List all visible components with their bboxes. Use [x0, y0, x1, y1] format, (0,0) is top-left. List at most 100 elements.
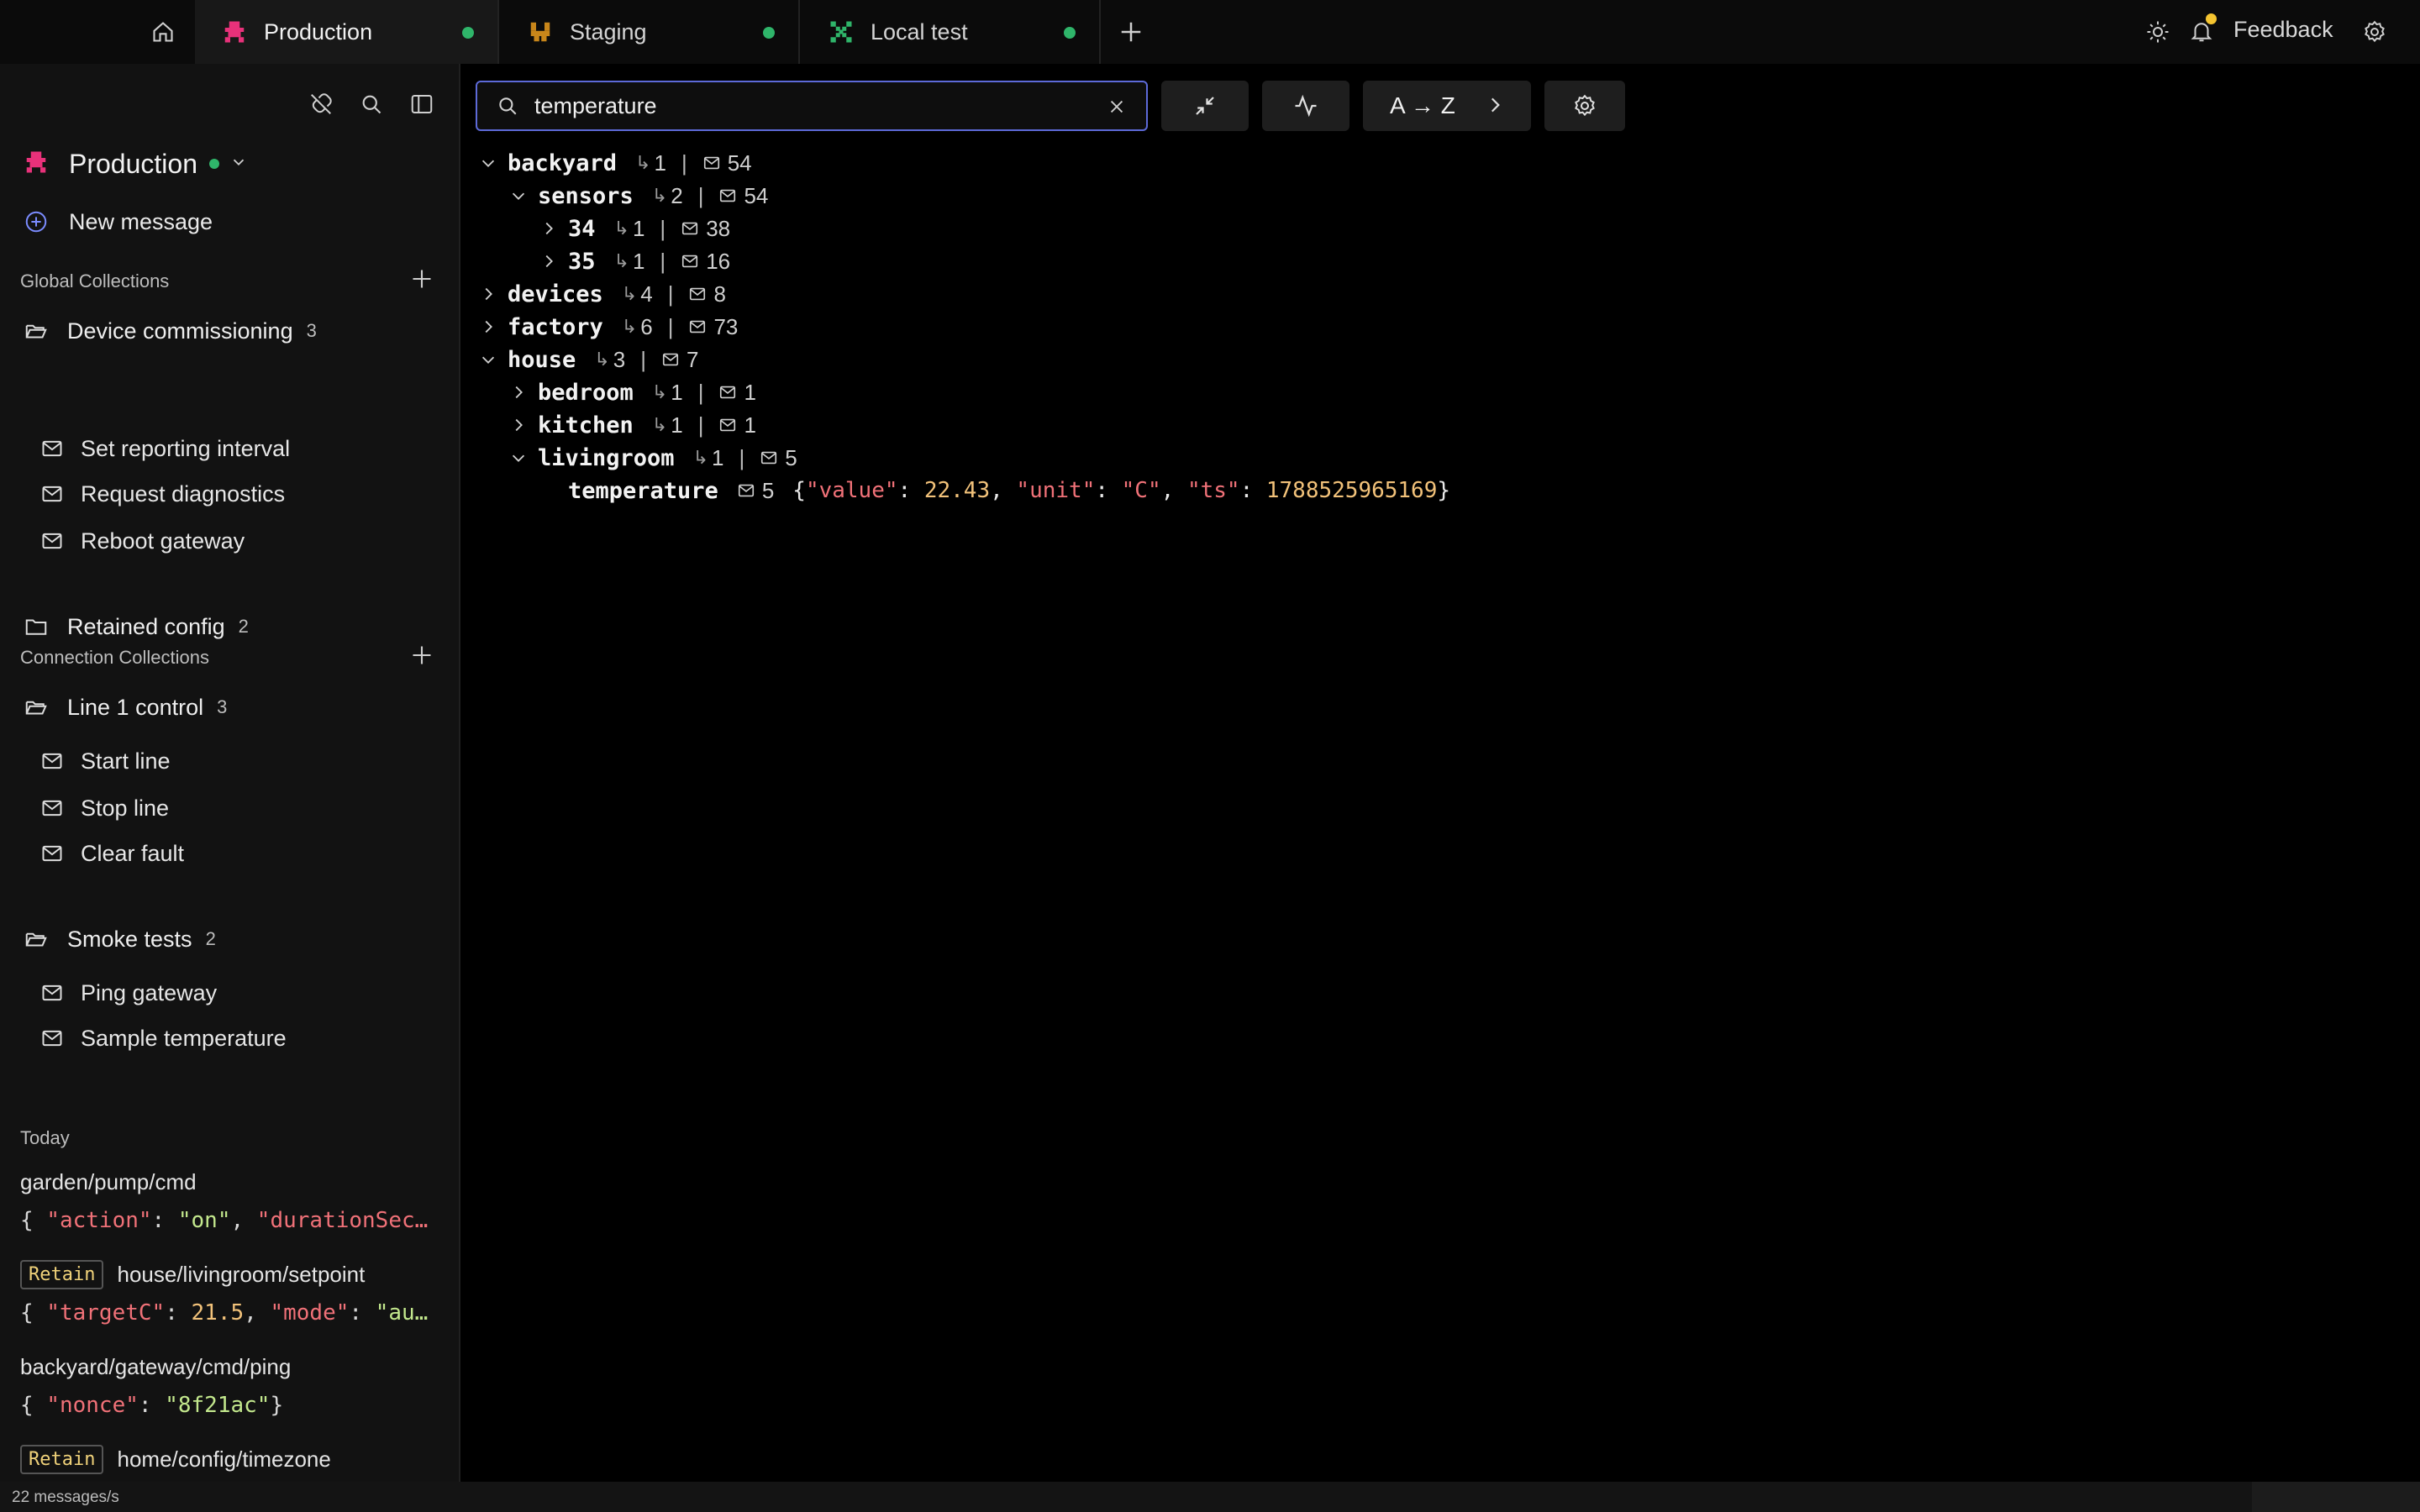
notifications-button[interactable] — [2185, 13, 2218, 49]
folder-label: Retained config — [67, 613, 225, 639]
retain-badge: Retain — [20, 1445, 104, 1474]
sun-icon — [2147, 21, 2169, 43]
history-entry-payload[interactable]: { "targetC": 21.5, "mode": "au… — [20, 1300, 432, 1326]
tree-node[interactable]: backyard ↳ 1 | 54 — [476, 146, 752, 180]
chevron-right-icon[interactable] — [476, 314, 501, 339]
tab-staging[interactable]: Staging — [501, 0, 798, 64]
plus-icon — [1121, 22, 1141, 42]
chevron-right-icon[interactable] — [476, 281, 501, 307]
tree-node[interactable]: sensors ↳ 2 | 54 — [506, 179, 768, 213]
separator: | — [697, 379, 704, 405]
home-button[interactable] — [148, 17, 178, 47]
topic-name: livingroom — [538, 444, 675, 471]
mail-icon — [42, 440, 62, 457]
app-settings-button[interactable] — [2358, 15, 2391, 49]
chevron-right-icon[interactable] — [536, 249, 561, 274]
sidebar-panel-icon — [411, 95, 433, 113]
chevron-right-icon[interactable] — [506, 412, 531, 438]
folder-open-icon — [25, 324, 47, 339]
chevron-right-icon[interactable] — [536, 216, 561, 241]
add-tab-button[interactable] — [1114, 15, 1148, 49]
subtopic-count: 1 — [671, 412, 683, 438]
tree-node[interactable]: 34 ↳ 1 | 38 — [536, 212, 730, 245]
folder-open-icon — [25, 701, 47, 715]
collection-message[interactable]: Reboot gateway — [40, 522, 245, 559]
topic-search-input[interactable] — [534, 92, 1089, 119]
sidebar-search-button[interactable] — [355, 87, 388, 121]
message-count: 73 — [713, 313, 739, 339]
theme-toggle-button[interactable] — [2141, 15, 2175, 49]
tree-node[interactable]: devices ↳ 4 | 8 — [476, 277, 726, 311]
tree-settings-button[interactable] — [1544, 81, 1625, 131]
subtopic-icon: ↳ — [613, 218, 629, 239]
clear-search-button[interactable] — [1104, 94, 1129, 119]
message-label: Reboot gateway — [81, 528, 245, 554]
status-bar-right — [2252, 1482, 2420, 1512]
chevron-down-icon[interactable] — [476, 347, 501, 372]
collection-message[interactable]: Clear fault — [40, 835, 184, 872]
collection-folder[interactable]: Retained config 2 — [24, 608, 249, 645]
sort-button[interactable]: A → Z — [1363, 81, 1531, 131]
collection-message[interactable]: Start line — [40, 743, 171, 780]
collection-folder[interactable]: Device commissioning 3 — [24, 312, 317, 349]
collection-folder[interactable]: Smoke tests 2 — [24, 921, 216, 958]
connection-selector[interactable]: Production — [24, 143, 248, 185]
tree-node[interactable]: bedroom ↳ 1 | 1 — [506, 375, 756, 409]
chevron-right-icon[interactable] — [506, 380, 531, 405]
search-icon — [496, 94, 519, 118]
disconnect-button[interactable] — [304, 87, 338, 121]
collection-message[interactable]: Set reporting interval — [40, 430, 290, 467]
tab-local-test[interactable]: Local test — [802, 0, 1099, 64]
history-entry-payload[interactable]: { "nonce": "8f21ac"} — [20, 1393, 432, 1418]
topic-name: factory — [508, 313, 603, 340]
message-count: 5 — [761, 477, 775, 503]
topic-tree: backyard ↳ 1 | 54 sensors ↳ 2 | 54 34 ↳ 1 | 38 35 ↳ 1 | 16 d… — [476, 146, 2391, 1473]
message-label: Stop line — [81, 795, 170, 821]
tree-node[interactable]: temperature 5 {"value": 22.43, "unit": "C"… — [536, 474, 1450, 507]
collection-message[interactable]: Stop line — [40, 790, 169, 827]
history-entry-topic[interactable]: backyard/gateway/cmd/ping — [20, 1354, 291, 1380]
mail-icon — [42, 486, 62, 502]
history-entry-topic[interactable]: garden/pump/cmd — [20, 1169, 197, 1195]
chevron-down-icon[interactable] — [506, 445, 531, 470]
plus-circle-icon — [25, 211, 47, 233]
history-entry-topic[interactable]: Retain house/livingroom/setpoint — [20, 1260, 365, 1289]
tree-node[interactable]: livingroom ↳ 1 | 5 — [506, 441, 797, 475]
chevron-down-icon[interactable] — [476, 150, 501, 176]
tree-node[interactable]: factory ↳ 6 | 73 — [476, 310, 738, 344]
history-entry-payload[interactable]: { "action": "on", "durationSec… — [20, 1208, 432, 1233]
topic-counts: ↳ 1 | 38 — [614, 216, 731, 242]
sidebar: Production New message Global Collection… — [0, 64, 460, 1482]
collection-folder[interactable]: Line 1 control 3 — [24, 689, 227, 726]
message-payload[interactable]: {"value": 22.43, "unit": "C", "ts": 1788… — [792, 478, 1450, 503]
collection-message[interactable]: Request diagnostics — [40, 475, 285, 512]
subtopic-icon: ↳ — [651, 414, 668, 435]
subtopic-icon: ↳ — [613, 250, 629, 271]
collapse-all-button[interactable] — [1161, 81, 1249, 131]
collection-message[interactable]: Sample temperature — [40, 1020, 287, 1057]
close-icon — [1110, 100, 1123, 113]
topic-search-field[interactable] — [476, 81, 1148, 131]
tab-divider — [1099, 0, 1101, 64]
plus-icon — [413, 270, 431, 288]
new-message-button[interactable]: New message — [24, 205, 213, 239]
activity-button[interactable] — [1262, 81, 1349, 131]
tree-node[interactable]: house ↳ 3 | 7 — [476, 343, 698, 376]
subtopic-icon: ↳ — [651, 185, 668, 206]
notification-badge — [2206, 13, 2217, 24]
toggle-sidebar-button[interactable] — [405, 87, 439, 121]
add-global-collection-button[interactable] — [405, 262, 439, 296]
mail-icon — [42, 533, 62, 549]
feedback-button[interactable]: Feedback — [2233, 17, 2333, 43]
subtopic-count: 1 — [712, 444, 724, 470]
collection-message[interactable]: Ping gateway — [40, 974, 217, 1011]
tree-node[interactable]: kitchen ↳ 1 | 1 — [506, 408, 756, 442]
tab-production[interactable]: Production — [195, 0, 497, 64]
history-entry-topic[interactable]: Retain home/config/timezone — [20, 1445, 331, 1474]
tab-label: Production — [264, 18, 373, 45]
connection-name: Production — [69, 148, 197, 179]
tree-node[interactable]: 35 ↳ 1 | 16 — [536, 244, 730, 278]
chevron-down-icon[interactable] — [506, 183, 531, 208]
add-connection-collection-button[interactable] — [405, 638, 439, 672]
